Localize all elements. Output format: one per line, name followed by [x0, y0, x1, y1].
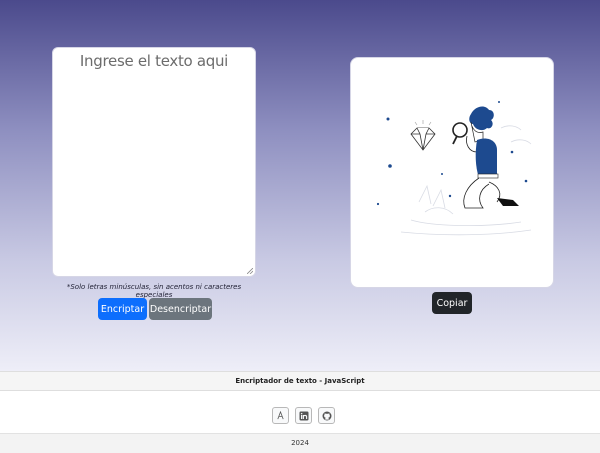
footer-year: 2024: [291, 439, 309, 447]
github-icon: [322, 411, 331, 420]
profile-link-button[interactable]: [272, 407, 289, 424]
brand-title: Encriptador de texto - JavaScript: [235, 377, 365, 385]
text-input-placeholder: Ingrese el texto aqui: [79, 52, 229, 70]
person-with-magnifier-illustration: [376, 101, 532, 236]
text-input-area[interactable]: Ingrese el texto aqui: [52, 47, 256, 277]
encrypt-button[interactable]: Encriptar: [98, 298, 147, 320]
input-hint: *Solo letras minúsculas, sin acentos ni …: [66, 283, 242, 299]
decrypt-button[interactable]: Desencriptar: [149, 298, 212, 320]
output-area[interactable]: [350, 57, 554, 288]
github-link-button[interactable]: [318, 407, 335, 424]
copy-button[interactable]: Copiar: [432, 292, 472, 314]
resize-handle-icon[interactable]: [247, 268, 253, 274]
linkedin-link-button[interactable]: [295, 407, 312, 424]
footer: 2024: [0, 433, 600, 453]
profile-icon: [277, 411, 284, 420]
brand-bar: Encriptador de texto - JavaScript: [0, 371, 600, 391]
linkedin-icon: [299, 411, 308, 420]
